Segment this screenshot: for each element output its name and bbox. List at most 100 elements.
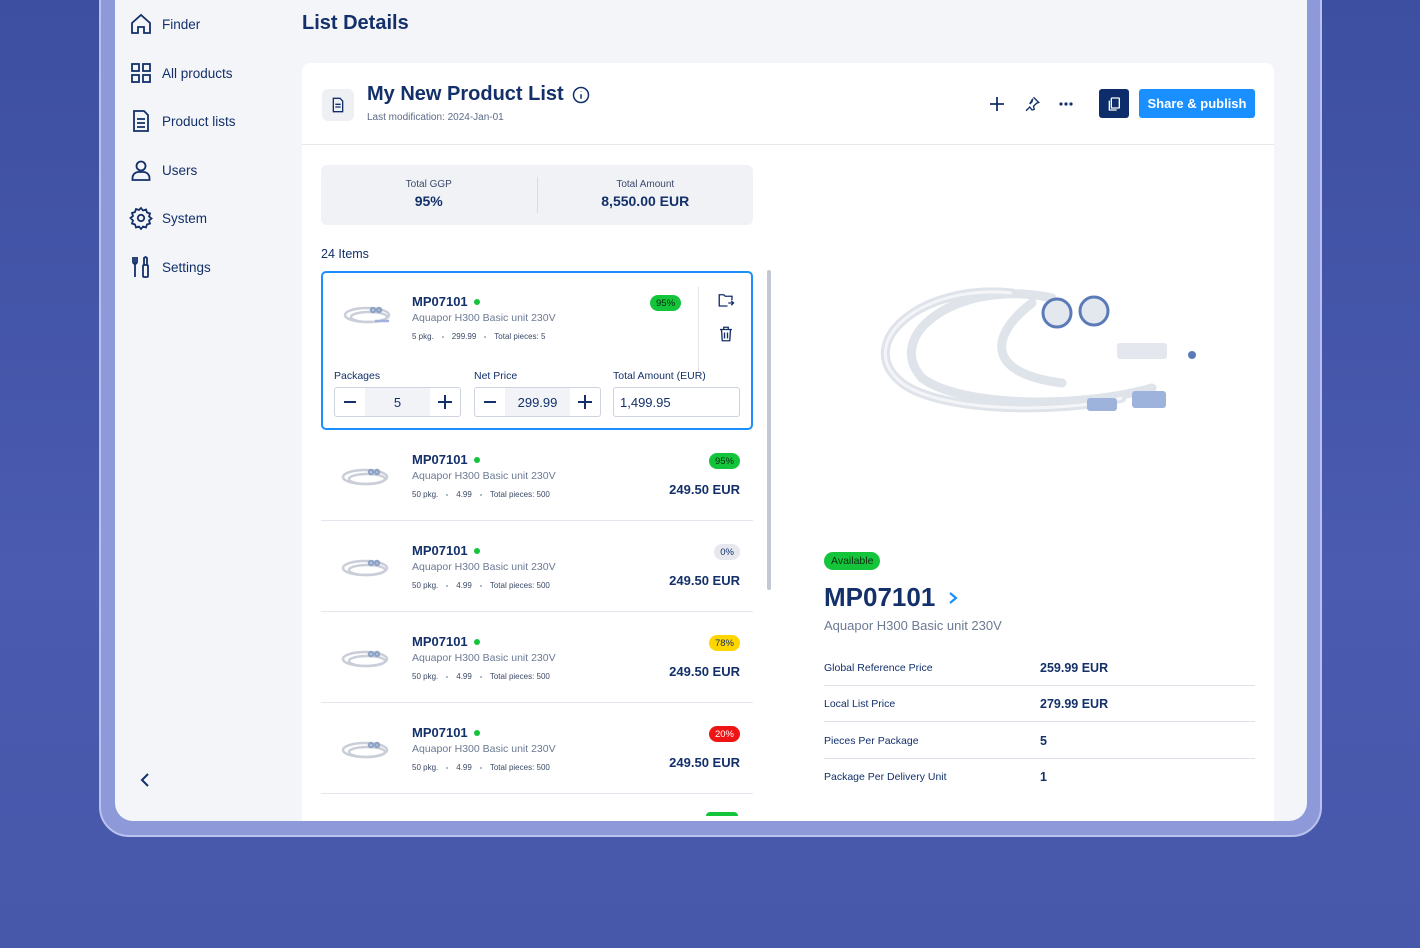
info-icon[interactable]	[572, 86, 590, 104]
item-code-text: MP07101	[412, 634, 468, 649]
product-thumbnail	[341, 741, 389, 759]
item-code: MP07101	[412, 294, 480, 309]
separator	[479, 584, 482, 587]
list-item[interactable]: MP07101 Aquapor H300 Basic unit 230V 50 …	[321, 703, 753, 794]
sidebar-item-finder[interactable]: Finder	[129, 12, 200, 36]
item-meta: 50 pkg. 4.99 Total pieces: 500	[412, 581, 550, 590]
packages-stepper[interactable]: 5	[334, 387, 461, 417]
item-unit-price: 4.99	[456, 490, 472, 499]
packages-value[interactable]: 5	[365, 388, 430, 416]
spec-value: 259.99 EUR	[1040, 660, 1109, 675]
spec-value: 5	[1040, 733, 1047, 748]
item-pkg: 50 pkg.	[412, 581, 439, 590]
item-price: 249.50 EUR	[669, 573, 740, 588]
item-pkg: 5 pkg.	[412, 332, 434, 341]
sidebar-item-system[interactable]: System	[129, 206, 207, 230]
minus-icon	[484, 401, 496, 403]
separator	[446, 493, 449, 496]
item-price: 249.50 EUR	[669, 755, 740, 770]
item-unit-price: 299.99	[451, 332, 477, 341]
item-pkg: 50 pkg.	[412, 763, 439, 772]
product-thumbnail	[341, 559, 389, 577]
sidebar-item-all-products[interactable]: All products	[129, 61, 233, 85]
availability-badge: Available	[824, 552, 881, 570]
list-title-wrap: My New Product List	[367, 83, 590, 106]
item-name: Aquapor H300 Basic unit 230V	[412, 470, 556, 482]
total-ggp-value: 95%	[414, 193, 443, 209]
ggp-badge: 78%	[708, 635, 740, 651]
product-list: MP07101 Aquapor H300 Basic unit 230V 5 p…	[321, 271, 753, 816]
total-amount-input[interactable]: 1,499.95	[613, 387, 740, 417]
item-pieces: Total pieces: 500	[489, 672, 550, 681]
status-dot	[473, 298, 480, 305]
item-name: Aquapor H300 Basic unit 230V	[412, 561, 556, 573]
ggp-badge: 20%	[708, 726, 740, 742]
item-unit-price: 4.99	[456, 763, 472, 772]
chevron-right-icon[interactable]	[947, 591, 959, 605]
document-icon	[133, 110, 149, 132]
collapse-sidebar-icon[interactable]	[137, 770, 153, 790]
move-to-list-icon[interactable]	[717, 291, 735, 309]
sidebar: Finder All products Product lists Users …	[115, 0, 287, 821]
item-meta: 50 pkg. 4.99 Total pieces: 500	[412, 490, 550, 499]
item-price: 249.50 EUR	[669, 664, 740, 679]
item-name: Aquapor H300 Basic unit 230V	[412, 652, 556, 664]
sidebar-item-product-lists[interactable]: Product lists	[129, 109, 236, 133]
net-price-value[interactable]: 299.99	[505, 388, 570, 416]
share-publish-button[interactable]: Share & publish	[1139, 89, 1255, 118]
sidebar-item-settings[interactable]: Settings	[129, 255, 211, 279]
sidebar-item-users[interactable]: Users	[129, 158, 197, 182]
copy-button[interactable]	[1099, 89, 1129, 118]
total-ggp: Total GGP 95%	[321, 165, 537, 225]
item-code: MP07101	[412, 543, 480, 558]
total-amount-value: 8,550.00 EUR	[601, 193, 690, 209]
item-pieces: Total pieces: 5	[494, 332, 546, 341]
separator	[446, 584, 449, 587]
packages-label: Packages	[334, 370, 381, 382]
plus-icon	[990, 97, 1004, 111]
status-dot	[473, 729, 480, 736]
packages-increment[interactable]	[430, 388, 460, 416]
pin-button[interactable]	[1020, 92, 1044, 116]
copy-icon	[1108, 96, 1120, 111]
item-code: MP07101	[412, 725, 480, 740]
spec-row: Pieces Per Package 5	[824, 723, 1255, 759]
net-price-increment[interactable]	[570, 388, 600, 416]
status-dot	[473, 638, 480, 645]
item-code-text: MP07101	[412, 294, 468, 309]
list-item[interactable]: MP07101 Aquapor H300 Basic unit 230V 50 …	[321, 612, 753, 703]
item-pieces: Total pieces: 500	[489, 490, 550, 499]
grid-icon	[131, 63, 151, 83]
total-amount: Total Amount 8,550.00 EUR	[538, 165, 754, 225]
trash-icon[interactable]	[717, 325, 735, 343]
item-code-text: MP07101	[412, 543, 468, 558]
item-code-text: MP07101	[412, 725, 468, 740]
add-button[interactable]	[985, 92, 1009, 116]
list-panel: My New Product List Last modification: 2…	[302, 63, 1274, 821]
sidebar-item-label: Settings	[162, 259, 211, 275]
total-amount-field-label: Total Amount (EUR)	[613, 370, 706, 382]
spec-row: Local List Price 279.99 EUR	[824, 686, 1255, 722]
detail-code-text: MP07101	[824, 582, 936, 612]
more-button[interactable]	[1054, 92, 1078, 116]
sidebar-item-label: Product lists	[162, 113, 236, 129]
sidebar-item-label: Finder	[162, 16, 201, 32]
last-modification: Last modification: 2024-Jan-01	[367, 112, 504, 123]
sidebar-item-label: Users	[162, 162, 198, 178]
packages-decrement[interactable]	[335, 388, 365, 416]
selected-item-card[interactable]: MP07101 Aquapor H300 Basic unit 230V 5 p…	[321, 271, 753, 430]
list-item[interactable]: MP07101 Aquapor H300 Basic unit 230V 50 …	[321, 521, 753, 612]
item-pieces: Total pieces: 500	[489, 581, 550, 590]
list-scrollbar[interactable]	[767, 270, 771, 590]
item-pkg: 50 pkg.	[412, 672, 439, 681]
item-name: Aquapor H300 Basic unit 230V	[412, 743, 556, 755]
item-meta: 50 pkg. 4.99 Total pieces: 500	[412, 672, 550, 681]
list-item[interactable]: MP07101 Aquapor H300 Basic unit 230V 50 …	[321, 430, 753, 521]
minus-icon	[344, 401, 356, 403]
status-dot	[473, 547, 480, 554]
net-price-stepper[interactable]: 299.99	[474, 387, 601, 417]
net-price-decrement[interactable]	[475, 388, 505, 416]
list-document-icon	[322, 89, 354, 121]
spec-value: 279.99 EUR	[1040, 696, 1109, 711]
item-unit-price: 4.99	[456, 672, 472, 681]
